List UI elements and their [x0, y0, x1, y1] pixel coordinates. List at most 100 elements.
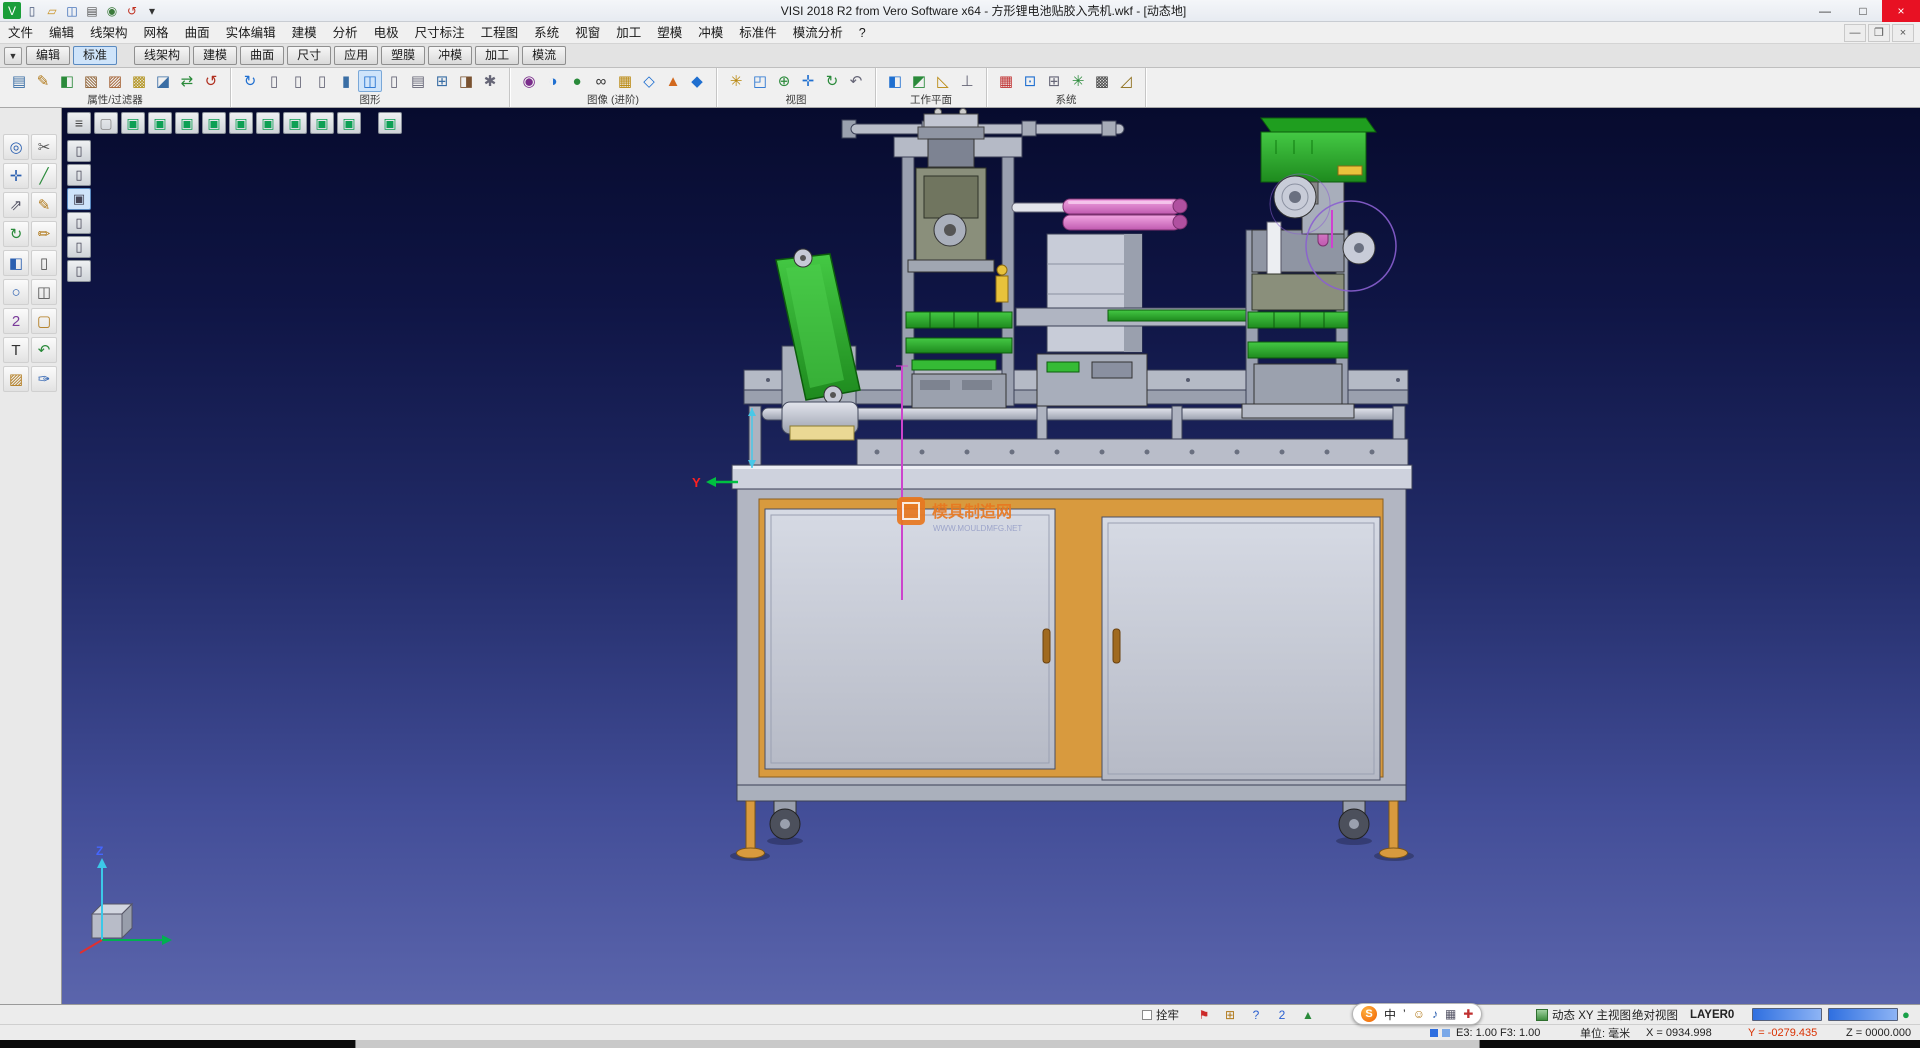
redraw-icon[interactable]: ↻: [238, 70, 262, 92]
tab-plastic[interactable]: 塑膜: [381, 46, 425, 65]
view-iso-rear-icon[interactable]: ▣: [310, 112, 334, 134]
qat-dropdown-icon[interactable]: ▾: [143, 2, 161, 19]
mask-filter-icon[interactable]: ▩: [127, 70, 151, 92]
dynamic-rotate-icon[interactable]: ◉: [517, 70, 541, 92]
box-icon[interactable]: ▢: [31, 308, 57, 334]
view-list-icon[interactable]: ≡: [67, 112, 91, 134]
view-dynamic-icon[interactable]: ▣: [378, 112, 402, 134]
help-icon[interactable]: ?: [1248, 1007, 1264, 1023]
capture-icon[interactable]: ◉: [103, 2, 121, 19]
lock-checkbox[interactable]: [1142, 1010, 1152, 1020]
grid-view-icon[interactable]: ⊞: [430, 70, 454, 92]
properties-icon[interactable]: ▤: [7, 70, 31, 92]
workplane-xy-icon[interactable]: ◧: [883, 70, 907, 92]
texture-icon[interactable]: ▦: [613, 70, 637, 92]
menu-item[interactable]: 编辑: [41, 22, 82, 44]
previous-view-icon[interactable]: ↶: [844, 70, 868, 92]
grid-settings-icon[interactable]: ⊞: [1042, 70, 1066, 92]
tabbar-dropdown-icon[interactable]: ▼: [4, 47, 22, 65]
text-icon[interactable]: T: [3, 337, 29, 363]
zoom-window-icon[interactable]: ◰: [748, 70, 772, 92]
minimize-button[interactable]: —: [1806, 0, 1844, 22]
visi-logo-icon[interactable]: V: [3, 2, 21, 19]
viewport-config-icon[interactable]: ▯: [67, 140, 91, 162]
ime-mode-icon[interactable]: 中: [1384, 1006, 1396, 1023]
sketch-icon[interactable]: ✏: [31, 221, 57, 247]
undo-icon[interactable]: ↺: [123, 2, 141, 19]
view-left-icon[interactable]: ▣: [229, 112, 253, 134]
snap-settings-icon[interactable]: ✳: [1066, 70, 1090, 92]
menu-item[interactable]: 系统: [526, 22, 567, 44]
monitor-icon[interactable]: ⊡: [1018, 70, 1042, 92]
tab-dimension[interactable]: 尺寸: [287, 46, 331, 65]
menu-item[interactable]: 电极: [366, 22, 407, 44]
workplane-align-icon[interactable]: ◩: [907, 70, 931, 92]
lock-toggle[interactable]: 拴牢: [1142, 1005, 1179, 1024]
graphics-options-icon[interactable]: ✱: [478, 70, 502, 92]
rotate-icon[interactable]: ↻: [3, 221, 29, 247]
trim-icon[interactable]: ✂: [31, 134, 57, 160]
wireframe-mode-icon[interactable]: ▯: [382, 70, 406, 92]
view-axono-icon[interactable]: ▣: [337, 112, 361, 134]
calculator-icon[interactable]: ▩: [1090, 70, 1114, 92]
point-icon[interactable]: ✛: [3, 163, 29, 189]
open-file-icon[interactable]: ▱: [43, 2, 61, 19]
viewport-3-icon[interactable]: ▯: [310, 70, 334, 92]
workplane-normal-icon[interactable]: ⊥: [955, 70, 979, 92]
ime-toolbox-icon[interactable]: ✚: [1463, 1007, 1473, 1021]
tab-edit[interactable]: 编辑: [26, 46, 70, 65]
menu-item[interactable]: 加工: [608, 22, 649, 44]
tab-die[interactable]: 冲模: [428, 46, 472, 65]
notes-icon[interactable]: ▤: [406, 70, 430, 92]
polyline-icon[interactable]: ⇗: [3, 192, 29, 218]
tab-machining[interactable]: 加工: [475, 46, 519, 65]
view-bottom-icon[interactable]: ▣: [283, 112, 307, 134]
2d-mode-icon[interactable]: 2: [3, 308, 29, 334]
stereo-glasses-icon[interactable]: ∞: [589, 70, 613, 92]
line-icon[interactable]: ╱: [31, 163, 57, 189]
ime-voice-icon[interactable]: ♪: [1432, 1007, 1438, 1021]
halfshade-icon[interactable]: ◨: [454, 70, 478, 92]
print-icon[interactable]: ▤: [83, 2, 101, 19]
cylinder-view-icon[interactable]: ▮: [334, 70, 358, 92]
layer-selector[interactable]: LAYER0: [1690, 1005, 1734, 1024]
shaded-mode-icon[interactable]: ◫: [358, 70, 382, 92]
menu-item[interactable]: 塑模: [649, 22, 690, 44]
menu-item[interactable]: ?: [851, 22, 874, 44]
tab-application[interactable]: 应用: [334, 46, 378, 65]
edit-geometry-icon[interactable]: ✎: [31, 192, 57, 218]
tab-modeling[interactable]: 建模: [193, 46, 237, 65]
single-view-icon[interactable]: ▯: [67, 164, 91, 186]
ime-keyboard-icon[interactable]: ▦: [1445, 1007, 1456, 1021]
view-combo[interactable]: 动态 XY 主视图: [1536, 1005, 1631, 1024]
snap-flag-icon[interactable]: ⚑: [1196, 1007, 1212, 1023]
tab-wireframe[interactable]: 线架构: [134, 46, 190, 65]
menu-item[interactable]: 标准件: [731, 22, 785, 44]
zoom-all-icon[interactable]: ✳: [724, 70, 748, 92]
menu-item[interactable]: 模流分析: [785, 22, 851, 44]
menu-item[interactable]: 实体编辑: [218, 22, 284, 44]
menu-item[interactable]: 建模: [284, 22, 325, 44]
color-table-icon[interactable]: ▦: [994, 70, 1018, 92]
doc-close-button[interactable]: ×: [1892, 24, 1914, 42]
workplane-3pt-icon[interactable]: ◺: [931, 70, 955, 92]
edit-attributes-icon[interactable]: ✎: [31, 70, 55, 92]
material-icon[interactable]: ●: [565, 70, 589, 92]
absolute-view-selector[interactable]: 绝对视图: [1632, 1005, 1678, 1024]
view-right-icon[interactable]: ▣: [202, 112, 226, 134]
assist-2d-icon[interactable]: 2: [1274, 1007, 1290, 1023]
menu-item[interactable]: 视窗: [567, 22, 608, 44]
layout-4-icon[interactable]: ▯: [67, 236, 91, 258]
save-icon[interactable]: ◫: [63, 2, 81, 19]
menu-item[interactable]: 尺寸标注: [407, 22, 473, 44]
orbit-icon[interactable]: ↻: [820, 70, 844, 92]
menu-item[interactable]: 文件: [0, 22, 41, 44]
copy-icon[interactable]: ◫: [31, 279, 57, 305]
layer-filter-icon[interactable]: ▧: [79, 70, 103, 92]
menu-item[interactable]: 工程图: [473, 22, 527, 44]
draft-angle-icon[interactable]: ◿: [1114, 70, 1138, 92]
view-top-icon[interactable]: ▣: [148, 112, 172, 134]
view-iso-icon[interactable]: ▣: [121, 112, 145, 134]
annotate-icon[interactable]: ✑: [31, 366, 57, 392]
sogou-logo-icon[interactable]: S: [1361, 1006, 1377, 1022]
